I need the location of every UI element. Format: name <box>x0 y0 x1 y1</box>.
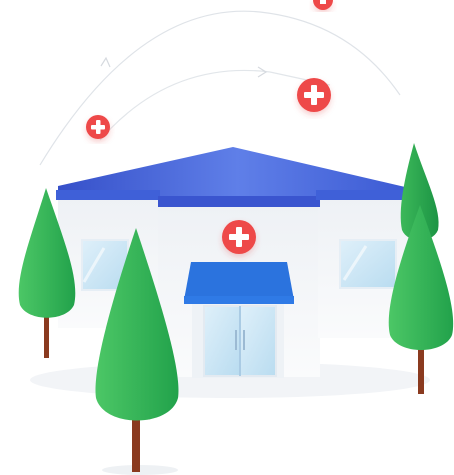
medical-cross-icon <box>86 115 110 139</box>
orbit-arc-inner <box>99 69 331 141</box>
entrance-awning <box>184 262 294 300</box>
hospital-illustration <box>18 0 454 475</box>
right-window <box>339 239 397 289</box>
medical-cross-icon <box>222 220 256 254</box>
roof-eave-left <box>56 190 160 200</box>
medical-cross-icon <box>297 78 331 112</box>
roof-eave-center <box>158 196 320 207</box>
orbit-arc-outer <box>39 10 401 166</box>
arc-arrow-head-1 <box>100 56 111 68</box>
entrance-door <box>203 305 277 377</box>
entrance-awning-front <box>184 296 294 304</box>
medical-cross-icon <box>313 0 333 10</box>
